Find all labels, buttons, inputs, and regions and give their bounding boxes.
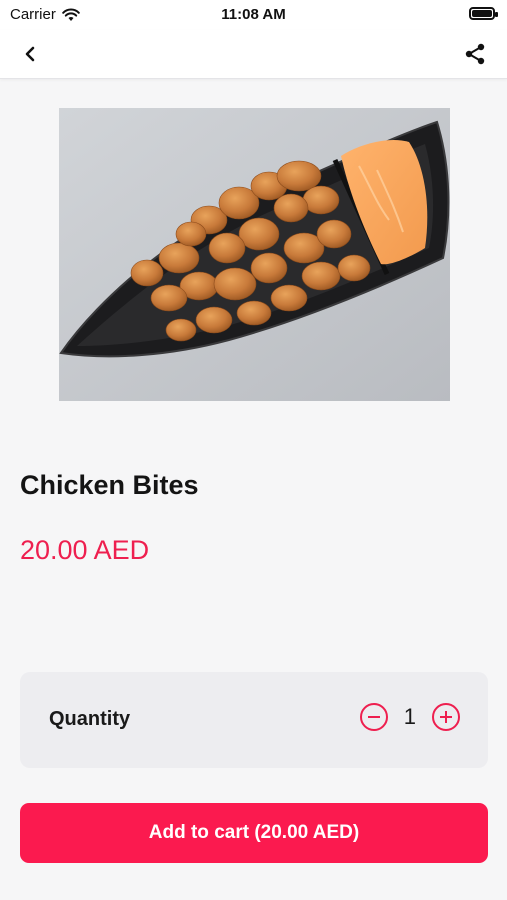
- share-button[interactable]: [459, 38, 491, 70]
- plus-icon-vertical: [444, 711, 448, 723]
- increase-quantity-button[interactable]: [432, 703, 460, 731]
- quantity-value: 1: [403, 704, 416, 729]
- decrease-quantity-button[interactable]: [359, 703, 388, 731]
- quantity-card: Quantity 1: [20, 672, 488, 768]
- chevron-left-icon: [25, 46, 35, 62]
- add-to-cart-button[interactable]: Add to cart (20.00 AED): [20, 803, 488, 863]
- product-title: Chicken Bites: [20, 470, 199, 500]
- back-button[interactable]: [14, 38, 46, 70]
- quantity-stepper: 1: [359, 703, 460, 731]
- quantity-label: Quantity: [49, 708, 131, 730]
- product-image: [59, 108, 450, 401]
- status-time: 11:08 AM: [221, 6, 286, 23]
- product-price: 20.00 AED: [20, 535, 150, 565]
- status-bar: Carrier 11:08 AM: [0, 0, 507, 30]
- minus-icon: [367, 715, 380, 719]
- navigation-bar: [0, 30, 507, 79]
- battery-icon: [469, 7, 498, 20]
- share-icon: [465, 43, 485, 65]
